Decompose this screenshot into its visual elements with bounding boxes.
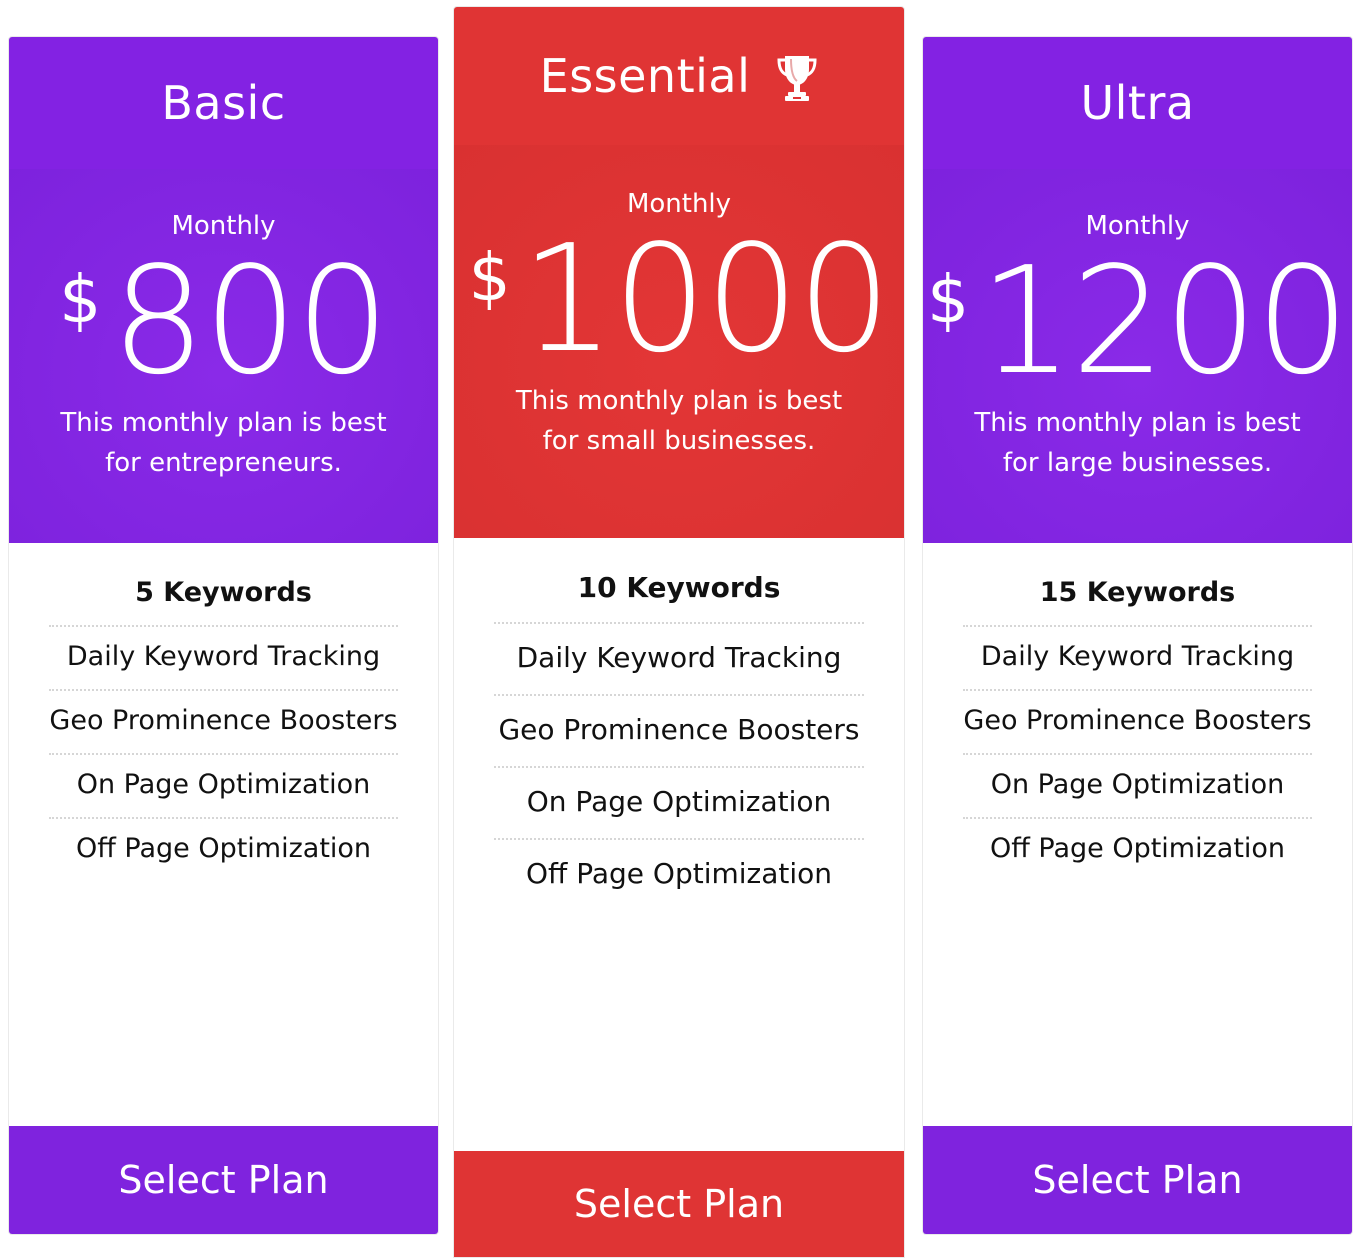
plan-price-band: Monthly $ 800 This monthly plan is best … [9,169,438,543]
plan-description: This monthly plan is best for large busi… [974,408,1301,478]
plan-card-basic: Basic Monthly $ 800 This monthly plan is… [8,36,439,1235]
feature-item: Off Page Optimization [525,857,833,890]
price-amount: 1000 [520,213,892,385]
feature-item: 5 Keywords [49,559,398,627]
select-plan-button[interactable]: Select Plan [454,1151,904,1257]
plan-title: Ultra [1080,76,1195,130]
feature-item: Daily Keyword Tracking [494,624,864,696]
plan-price-band: Monthly $ 1200 This monthly plan is best… [923,169,1352,543]
feature-item: 15 Keywords [963,559,1312,627]
plan-header: Essential Monthly $ 1000 This monthly pl… [454,7,904,538]
plan-title: Basic [161,76,286,130]
pricing-table: Basic Monthly $ 800 This monthly plan is… [0,0,1359,1258]
feature-item: On Page Optimization [49,755,398,819]
feature-item: Geo Prominence Boosters [49,691,398,755]
select-plan-button[interactable]: Select Plan [923,1126,1352,1234]
currency-symbol: $ [468,239,511,316]
feature-item: Daily Keyword Tracking [963,627,1312,691]
feature-item: On Page Optimization [963,755,1312,819]
plan-title-band: Ultra [923,37,1352,169]
plan-price: $ 1200 [927,235,1350,407]
feature-item: Geo Prominence Boosters [494,696,864,768]
plan-header: Ultra Monthly $ 1200 This monthly plan i… [923,37,1352,543]
plan-description: This monthly plan is best for small busi… [515,386,843,456]
feature-list: 15 Keywords Daily Keyword Tracking Geo P… [923,543,1352,1126]
select-plan-button[interactable]: Select Plan [9,1126,438,1234]
plan-title-band: Basic [9,37,438,169]
feature-list: 5 Keywords Daily Keyword Tracking Geo Pr… [9,543,438,1126]
price-amount: 800 [111,235,389,407]
plan-price-band: Monthly $ 1000 This monthly plan is best… [454,145,904,538]
plan-description: This monthly plan is best for entreprene… [60,408,387,478]
plan-card-essential: Essential Monthly $ 1000 This monthly pl… [453,6,905,1258]
feature-item: Off Page Optimization [989,833,1286,864]
feature-list: 10 Keywords Daily Keyword Tracking Geo P… [454,538,904,1151]
plan-header: Basic Monthly $ 800 This monthly plan is… [9,37,438,543]
currency-symbol: $ [59,261,102,338]
feature-item: 10 Keywords [494,556,864,624]
feature-item: Off Page Optimization [75,833,372,864]
feature-item: Geo Prominence Boosters [963,691,1312,755]
plan-price: $ 800 [59,235,389,407]
trophy-icon [776,53,818,103]
currency-symbol: $ [927,261,970,338]
plan-card-ultra: Ultra Monthly $ 1200 This monthly plan i… [922,36,1353,1235]
plan-title-band: Essential [454,7,904,145]
plan-price: $ 1000 [468,213,892,385]
feature-item: On Page Optimization [494,768,864,840]
feature-item: Daily Keyword Tracking [49,627,398,691]
plan-title: Essential [539,49,751,103]
price-amount: 1200 [979,235,1350,407]
